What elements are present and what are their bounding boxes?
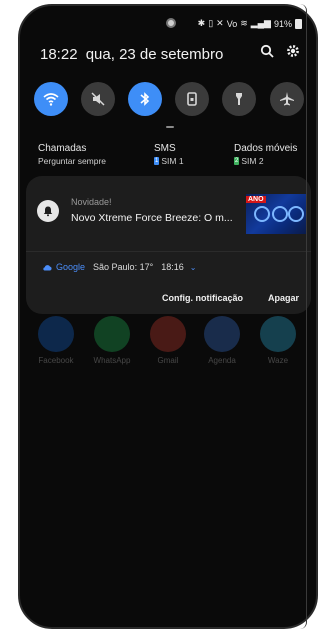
front-camera [166,18,176,28]
header-datetime[interactable]: 18:22 qua, 23 de setembro [40,46,223,63]
calendar-icon [204,316,240,352]
rotation-toggle[interactable] [175,82,209,116]
wifi-icon [43,93,59,106]
notification-settings-button[interactable]: Config. notificação [162,293,243,303]
google-weather-row[interactable]: Google São Paulo: 17° 18:16 ⌄ [42,262,196,272]
weather-info: São Paulo: 17° [93,262,154,272]
app-agenda: Agenda [202,316,242,365]
notification-body: Novo Xtreme Force Breeze: O m... [71,212,233,224]
signal-icon: ▂▄▆ [250,18,271,28]
sim1-badge-icon: 1 [154,157,160,165]
clock: 18:22 [40,46,78,63]
clear-button[interactable]: Apagar [268,293,299,303]
airplane-icon [280,92,294,106]
battery-percent: 91% [273,18,292,29]
quick-settings [34,82,304,116]
waze-icon [260,316,296,352]
sim-calls[interactable]: Chamadas Perguntar sempre [38,143,106,166]
settings-gear-icon[interactable] [286,44,300,62]
gmail-icon [150,316,186,352]
sim2-badge-icon: 2 [234,157,240,165]
app-facebook: Facebook [36,316,76,365]
app-waze: Waze [258,316,298,365]
lock-rotation-icon [187,92,197,106]
bell-icon [43,206,53,217]
home-screen-apps: Facebook WhatsApp Gmail Agenda Waze [36,316,306,376]
volte-icon: Vo [226,18,238,29]
sim-mobile-data[interactable]: Dados móveis 2 SIM 2 [234,143,297,166]
mute-toggle[interactable] [81,82,115,116]
sim-data-label: Dados móveis [234,143,298,154]
airplane-toggle[interactable] [270,82,304,116]
chevron-down-icon[interactable]: ⌄ [190,263,197,272]
notification-title: Novidade! [71,197,112,207]
whatsapp-icon [94,316,130,352]
app-gmail: Gmail [148,316,188,365]
notification-thumbnail: ANO [246,194,306,234]
fan-image-icon [272,206,288,222]
bluetooth-icon [140,92,150,106]
card-divider [26,251,311,252]
fan-image-icon [254,206,270,222]
sim-calls-label: Chamadas [38,143,87,154]
sim-sms[interactable]: SMS 1 SIM 1 [154,143,184,166]
app-whatsapp: WhatsApp [92,316,132,365]
flashlight-icon [236,93,242,105]
google-app-name: Google [56,262,86,272]
mute-icon [91,92,105,106]
sim-data-value: SIM 2 [241,156,264,166]
search-icon[interactable] [260,44,274,62]
notification-app-icon [37,200,59,222]
phone-screen: ✱ ▯ ✕ Vo ≋ ▂▄▆ 91% 18:22 qua, 23 de sete… [18,4,318,629]
cloud-icon [43,264,52,270]
bluetooth-status-icon: ✱ [197,18,206,28]
date: qua, 23 de setembro [85,46,224,63]
flashlight-toggle[interactable] [222,82,256,116]
sim-sms-value: SIM 1 [161,156,184,166]
expand-handle[interactable] [166,126,174,128]
weather-time: 18:16 [161,262,184,272]
status-bar: ✱ ▯ ✕ Vo ≋ ▂▄▆ 91% [198,18,302,29]
sim-calls-value: Perguntar sempre [38,156,107,166]
wifi-status-icon: ≋ [240,18,248,28]
bluetooth-toggle[interactable] [128,82,162,116]
mute-status-icon: ✕ [216,18,224,28]
wifi-toggle[interactable] [34,82,68,116]
thumbnail-label: ANO [246,196,266,203]
notification-card[interactable]: Novidade! Novo Xtreme Force Breeze: O m.… [26,176,311,314]
sim-sms-label: SMS [154,143,176,154]
vibrate-icon: ▯ [208,18,214,28]
phone-bezel-edge [300,4,307,629]
facebook-icon [38,316,74,352]
